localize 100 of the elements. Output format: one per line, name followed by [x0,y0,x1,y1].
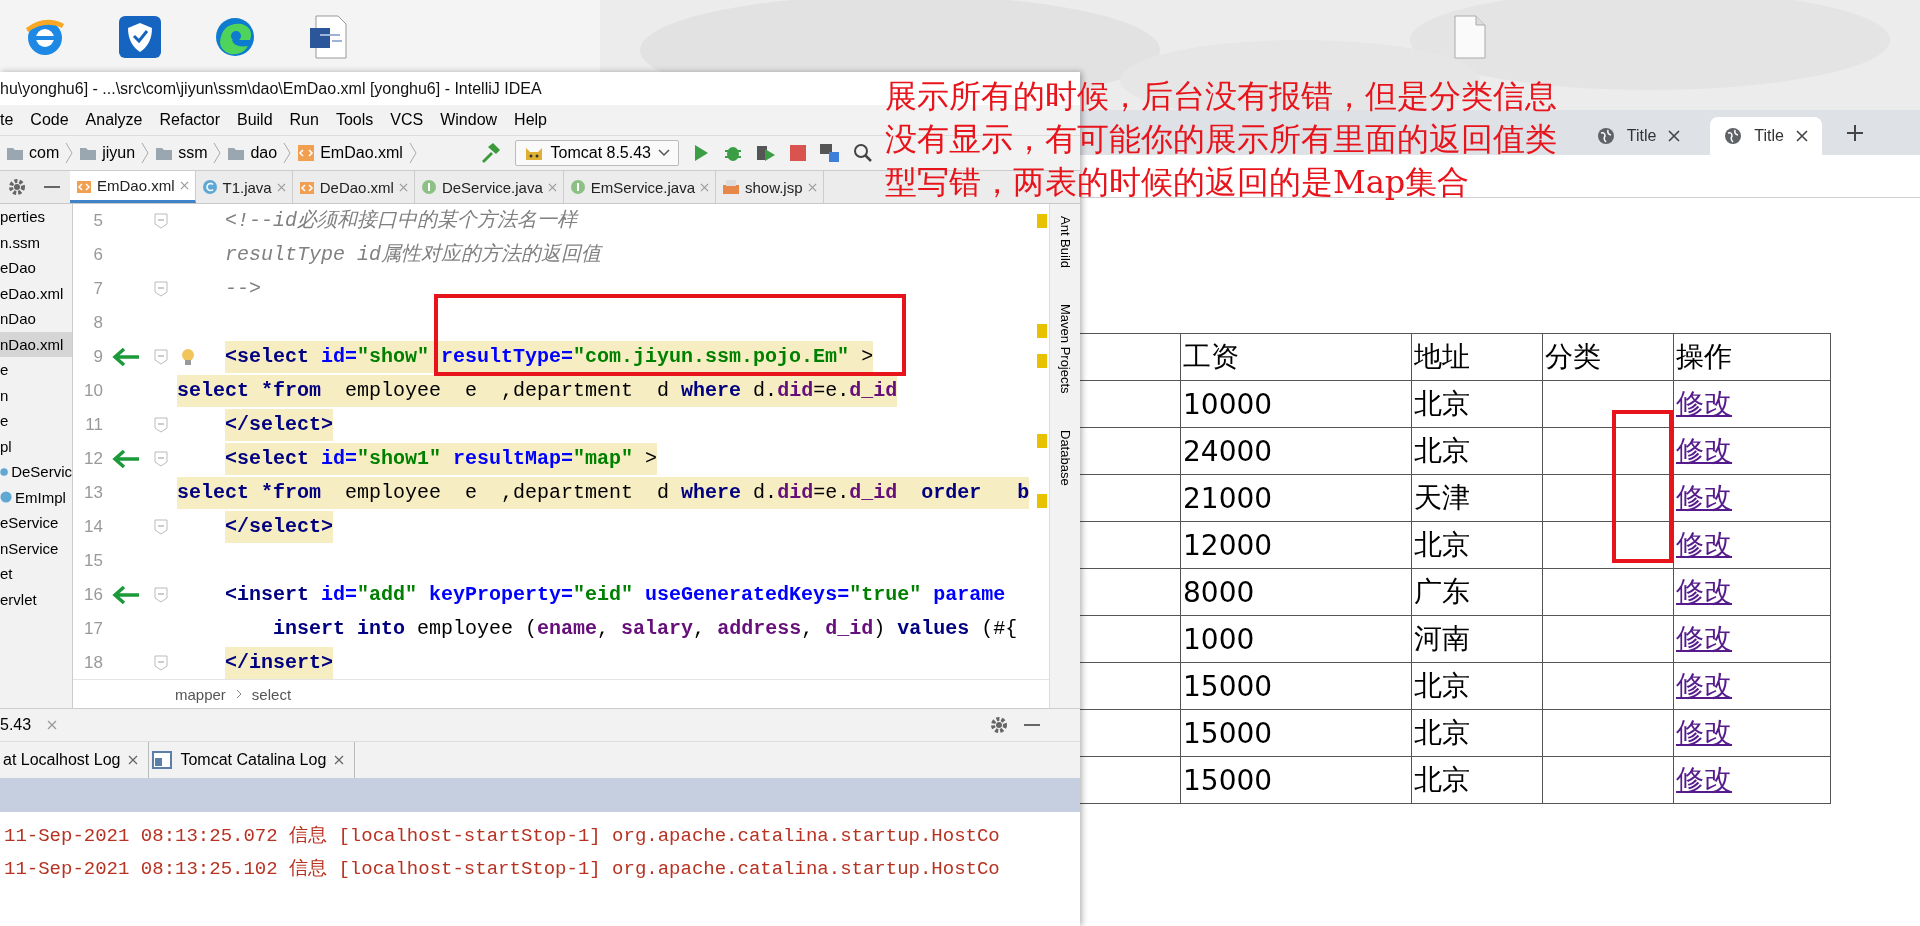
close-icon[interactable] [1668,130,1681,142]
table-cell: 天津 [1411,474,1543,522]
editor-tab[interactable]: T1.java [195,171,293,203]
menu-item[interactable]: Refactor [159,111,220,129]
column-header: 分类 [1542,333,1674,381]
close-icon[interactable] [1796,130,1808,142]
menu-item[interactable]: Code [30,111,69,129]
project-tree-item[interactable]: e [0,357,72,383]
tool-window-button[interactable]: Maven Projects [1057,304,1073,394]
arrow-left-icon[interactable] [111,584,141,606]
folder-icon [79,145,98,161]
structure-icon[interactable] [819,143,841,163]
chevron-icon [283,142,292,164]
table-cell: 8000 [1180,568,1412,616]
project-tree-item[interactable]: DeServic [0,459,72,485]
editor-tab[interactable]: show.jsp [716,171,824,203]
table-cell: 15000 [1180,756,1412,804]
fold-marker-icon[interactable] [154,213,168,229]
minimize-icon[interactable] [1024,723,1040,727]
settings-icon[interactable] [8,178,26,196]
editor-tab[interactable]: EmDao.xml [70,171,196,203]
tool-window-button[interactable]: Database [1057,429,1073,486]
code-line: insert into employee (ename, salary, address, d_id) values (#{ [273,616,1018,642]
line-number: 15 [83,551,103,571]
search-icon[interactable] [853,143,873,163]
run-config-dropdown[interactable]: Tomcat 8.5.43 [514,140,679,166]
coverage-icon[interactable] [755,143,777,163]
table-cell: 广东 [1411,568,1543,616]
fold-marker-icon[interactable] [154,451,168,467]
breadcrumb-item[interactable]: ssm [178,144,208,162]
class-icon [201,179,218,195]
project-tree-item[interactable]: nDao [0,306,72,332]
log-line: 11-Sep-2021 08:13:25.102 信息 [localhost-startStop-1] org.apache.catalina.startup.HostCo [3,856,1001,882]
project-tree-item[interactable]: eDao.xml [0,280,72,306]
interface-icon [420,179,437,195]
breadcrumb-item[interactable]: EmDao.xml [320,144,403,162]
fold-marker-icon[interactable] [154,587,168,603]
folder-icon [6,145,24,161]
chevron-icon [65,142,74,164]
browser-tab[interactable]: Title [1582,117,1695,155]
project-tree-item[interactable]: nDao.xml [0,331,72,357]
document-icon[interactable] [308,14,348,60]
editor-tab[interactable]: DeService.java [414,171,564,203]
shield-icon[interactable] [117,14,163,60]
project-tree-item[interactable]: n.ssm [0,229,72,255]
fold-marker-icon[interactable] [154,655,168,671]
new-tab-icon[interactable] [1846,123,1864,142]
table-cell: 10000 [1180,380,1412,428]
stop-icon[interactable] [789,144,807,162]
close-icon[interactable] [334,755,345,765]
xml-file-icon [297,144,316,162]
menu-item[interactable]: te [0,111,14,129]
fold-marker-icon[interactable] [154,417,168,433]
annotation-text: 没有显示，有可能你的展示所有里面的返回值类 [885,119,1557,160]
menu-item[interactable]: Help [514,111,547,129]
editor-tab[interactable]: DeDao.xml [292,171,415,203]
project-tree-item[interactable]: eService [0,510,72,536]
table-cell: 15000 [1180,662,1412,710]
file-icon[interactable] [1452,14,1488,60]
menu-item[interactable]: Tools [335,111,374,129]
line-number: 5 [92,211,103,231]
project-tree-item[interactable]: pl [0,433,72,459]
menu-item[interactable]: Window [440,111,498,129]
browser-tab[interactable]: Title [1710,117,1822,155]
arrow-left-icon[interactable] [111,448,141,470]
settings-icon[interactable] [990,716,1008,734]
menu-item[interactable]: Build [237,111,273,129]
table-cell: 21000 [1180,474,1412,522]
fold-marker-icon[interactable] [154,349,168,365]
fold-marker-icon[interactable] [154,519,168,535]
table-cell: 北京 [1411,380,1543,428]
table-cell: 北京 [1411,709,1543,757]
menu-item[interactable]: Analyze [85,111,143,129]
table-cell: 1000 [1180,615,1412,663]
project-tree-item[interactable]: n [0,382,72,408]
breadcrumb-item[interactable]: mapper [175,685,226,703]
editor-tab[interactable]: EmService.java [563,171,716,203]
project-tree-item[interactable]: e [0,408,72,434]
lightbulb-icon[interactable] [181,348,195,366]
breadcrumb-item[interactable]: select [251,685,292,703]
project-tree-item[interactable]: ervlet [0,586,72,612]
annotation-text: 型写错，两表的时候的返回的是Map集合 [885,162,1470,203]
breadcrumb-item[interactable]: com [29,144,60,162]
code-line: resultType id属性对应的方法的返回值 [225,242,602,268]
breadcrumb-item[interactable]: dao [250,144,278,162]
breadcrumb-item[interactable]: jiyun [102,144,136,162]
project-tree-item[interactable]: EmImpl [0,484,72,510]
menu-item[interactable]: VCS [390,111,424,129]
fold-marker-icon[interactable] [154,281,168,297]
run-tab[interactable]: 5.43 [0,716,32,734]
menu-item[interactable]: Run [289,111,319,129]
arrow-left-icon[interactable] [111,346,141,368]
tool-window-button[interactable]: Ant Build [1057,216,1073,269]
project-tree-item[interactable]: nService [0,535,72,561]
table-cell: 北京 [1411,521,1543,569]
minimize-icon[interactable] [44,185,60,189]
project-tree-item[interactable]: perties [0,204,72,230]
project-tree-item[interactable]: et [0,561,72,587]
close-icon[interactable] [128,755,139,765]
project-tree-item[interactable]: eDao [0,255,72,281]
